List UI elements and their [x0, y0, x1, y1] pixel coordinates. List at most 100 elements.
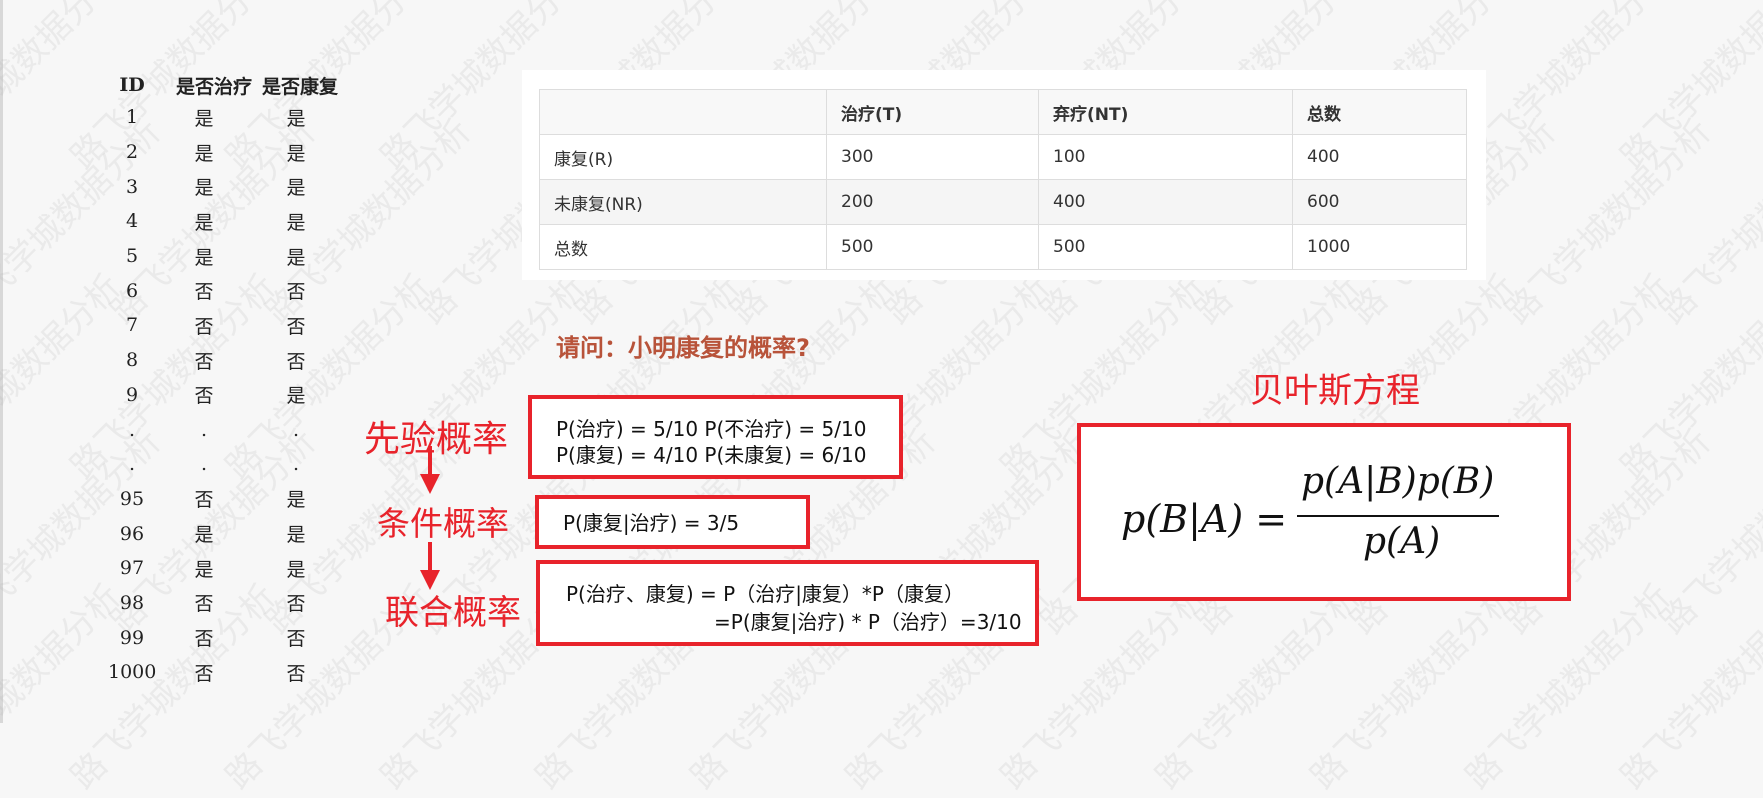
recovered-cell: 是	[252, 208, 340, 235]
formula-denominator: p(A)	[1363, 521, 1440, 562]
formula-area: p(B|A) = p(A|B)p(B) p(A)	[1111, 457, 1507, 577]
treated-cell: 否	[156, 381, 252, 408]
recovered-cell: 是	[252, 485, 340, 512]
table-cell: 1000	[1293, 225, 1467, 270]
table-cell: 400	[1039, 180, 1293, 225]
joint-probability-label: 联合概率	[385, 585, 521, 634]
watermark-text: 路飞学城数据分析	[1298, 571, 1525, 798]
watermark-text: 路飞学城数据分析	[1608, 0, 1763, 178]
joint-line-1: P(治疗、康复) = P（治疗|康复）*P（康复）	[566, 578, 964, 607]
table-cell: 400	[1293, 135, 1467, 180]
table-row: 99否否	[108, 620, 350, 655]
prior-probability-label: 先验概率	[364, 410, 508, 462]
arrow-down-icon	[420, 474, 440, 494]
id-table: ID 是否治疗 是否康复 1是是2是是3是是4是是5是是6否否7否否8否否9否是…	[108, 70, 350, 690]
table-cell: 500	[827, 225, 1039, 270]
table-cell: 200	[827, 180, 1039, 225]
id-cell: .	[108, 453, 156, 475]
fraction-bar	[1297, 515, 1499, 517]
table-row: 98否否	[108, 586, 350, 621]
table-row: 95否是	[108, 482, 350, 517]
table-row: 未康复(NR) 200 400 600	[540, 180, 1467, 225]
recovered-cell: 是	[252, 381, 340, 408]
treated-cell: 是	[156, 555, 252, 582]
table-cell: 300	[827, 135, 1039, 180]
table-row: 1000否否	[108, 655, 350, 690]
table-row: 6否否	[108, 273, 350, 308]
watermark-text: 路飞学城数据分析	[1648, 416, 1763, 643]
table-cell: 100	[1039, 135, 1293, 180]
table-row: 8否否	[108, 343, 350, 378]
prior-line-1: P(治疗) = 5/10 P(不治疗) = 5/10	[556, 413, 866, 442]
joint-line-2: =P(康复|治疗) * P（治疗）=3/10	[714, 606, 1022, 635]
treated-cell: 是	[156, 208, 252, 235]
recovered-cell: 是	[252, 173, 340, 200]
watermark-text: 路飞学城数据分析	[1143, 571, 1370, 798]
table-cell: 康复(R)	[540, 135, 827, 180]
recovered-cell: 否	[252, 347, 340, 374]
treated-cell: 否	[156, 659, 252, 686]
bayes-equation-title: 贝叶斯方程	[1250, 363, 1420, 412]
table-row: 5是是	[108, 239, 350, 274]
watermark-text: 路飞学城数据分析	[1453, 0, 1680, 178]
conditional-probability-label: 条件概率	[377, 497, 509, 545]
id-cell: 97	[108, 557, 156, 579]
table-row: 康复(R) 300 100 400	[540, 135, 1467, 180]
arrow-shaft	[428, 542, 432, 572]
treated-cell: 是	[156, 139, 252, 166]
contingency-header-cell	[540, 90, 827, 135]
watermark-text: 路飞学城数据分析	[1453, 571, 1680, 798]
id-cell: 95	[108, 488, 156, 510]
contingency-header-cell: 弃疗(NT)	[1039, 90, 1293, 135]
table-row: 2是是	[108, 135, 350, 170]
contingency-table-panel: 治疗(T) 弃疗(NT) 总数 康复(R) 300 100 400 未康复(NR…	[522, 70, 1486, 280]
arrow-shaft	[428, 446, 432, 476]
recovered-cell: 是	[252, 520, 340, 547]
prior-probability-box: P(治疗) = 5/10 P(不治疗) = 5/10 P(康复) = 4/10 …	[528, 395, 903, 479]
recovered-cell: 否	[252, 659, 340, 686]
treated-cell: 否	[156, 277, 252, 304]
recovered-cell: 否	[252, 589, 340, 616]
id-cell: 7	[108, 314, 156, 336]
recovered-cell: .	[252, 453, 340, 475]
watermark-text: 路飞学城数据分析	[1648, 106, 1763, 333]
id-cell: 5	[108, 245, 156, 267]
watermark-text: 路飞学城数据分析	[1608, 571, 1763, 798]
treated-header: 是否治疗	[156, 72, 262, 99]
prior-line-2: P(康复) = 4/10 P(未康复) = 6/10	[556, 439, 866, 468]
treated-cell: 是	[156, 243, 252, 270]
id-cell: 98	[108, 592, 156, 614]
id-cell: 9	[108, 384, 156, 406]
recovered-header: 是否康复	[262, 72, 350, 99]
bayes-formula-box: p(B|A) = p(A|B)p(B) p(A)	[1077, 423, 1571, 601]
table-row: 1是是	[108, 100, 350, 135]
id-cell: 4	[108, 210, 156, 232]
recovered-cell: 是	[252, 139, 340, 166]
id-cell: 1	[108, 106, 156, 128]
table-row: ...	[108, 412, 350, 447]
conditional-probability-box: P(康复|治疗) = 3/5	[535, 495, 810, 549]
watermark-text: 路飞学城数据分析	[1493, 106, 1720, 333]
table-row: 4是是	[108, 204, 350, 239]
table-cell: 500	[1039, 225, 1293, 270]
recovered-cell: 是	[252, 104, 340, 131]
contingency-header-row: 治疗(T) 弃疗(NT) 总数	[540, 90, 1467, 135]
recovered-cell: 否	[252, 312, 340, 339]
id-table-header: ID 是否治疗 是否康复	[108, 70, 350, 100]
conditional-line-1: P(康复|治疗) = 3/5	[563, 507, 739, 536]
treated-cell: 是	[156, 520, 252, 547]
id-cell: 3	[108, 176, 156, 198]
formula-lhs: p(B|A) =	[1121, 497, 1287, 541]
treated-cell: 否	[156, 312, 252, 339]
table-row: 97是是	[108, 551, 350, 586]
id-cell: 2	[108, 141, 156, 163]
table-cell: 未康复(NR)	[540, 180, 827, 225]
treated-cell: 否	[156, 485, 252, 512]
treated-cell: 是	[156, 173, 252, 200]
table-cell: 600	[1293, 180, 1467, 225]
id-header: ID	[108, 74, 156, 96]
treated-cell: .	[156, 453, 252, 475]
id-cell: 6	[108, 280, 156, 302]
treated-cell: 否	[156, 589, 252, 616]
treated-cell: .	[156, 419, 252, 441]
